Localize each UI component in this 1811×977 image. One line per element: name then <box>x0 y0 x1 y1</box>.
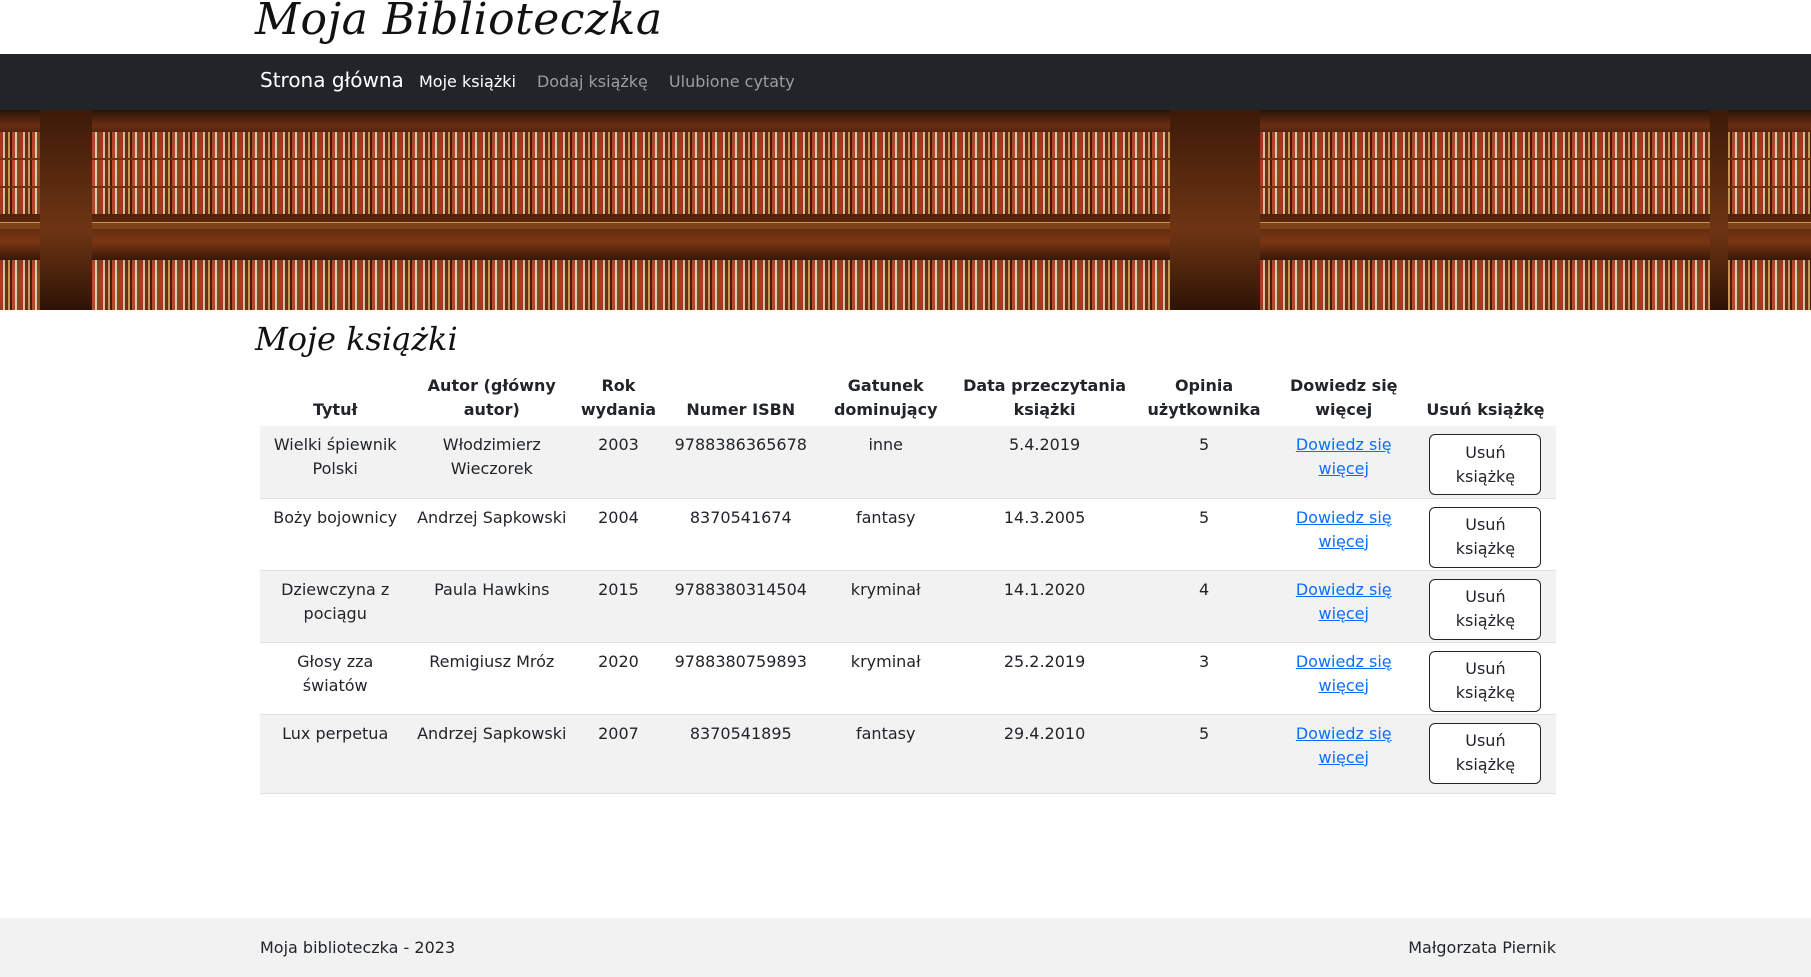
cell-read-date: 14.3.2005 <box>953 498 1136 571</box>
more-info-link[interactable]: Dowiedz się więcej <box>1296 508 1392 551</box>
banner-column <box>1170 110 1260 310</box>
delete-book-button[interactable]: Usuń książkę <box>1429 578 1542 640</box>
cell-genre: inne <box>817 426 954 499</box>
cell-delete: Usuń książkę <box>1414 426 1556 499</box>
cell-rating: 5 <box>1135 714 1273 794</box>
cell-year: 2007 <box>573 714 664 794</box>
more-info-link[interactable]: Dowiedz się więcej <box>1296 580 1392 623</box>
cell-year: 2015 <box>573 570 664 643</box>
cell-isbn: 9788380759893 <box>663 642 818 715</box>
header-delete: Usuń książkę <box>1426 400 1545 419</box>
delete-book-button[interactable]: Usuń książkę <box>1429 506 1542 568</box>
footer-copyright: Moja biblioteczka - 2023 <box>260 938 456 957</box>
cell-genre: kryminał <box>817 570 954 643</box>
more-info-link[interactable]: Dowiedz się więcej <box>1296 724 1392 767</box>
cell-title: Głosy zza światów <box>260 642 411 715</box>
cell-genre: fantasy <box>817 498 954 571</box>
delete-book-button[interactable]: Usuń książkę <box>1429 434 1542 495</box>
delete-book-button[interactable]: Usuń książkę <box>1429 650 1542 712</box>
table-header-row: Tytuł Autor (główny autor) Rok wydania N… <box>260 368 1556 426</box>
books-table: Tytuł Autor (główny autor) Rok wydania N… <box>260 368 1556 794</box>
cell-author: Remigiusz Mróz <box>410 642 574 715</box>
table-row: Wielki śpiewnik Polski Włodzimierz Wiecz… <box>260 426 1556 499</box>
cell-isbn: 9788380314504 <box>663 570 818 643</box>
cell-author: Włodzimierz Wieczorek <box>410 426 574 499</box>
cell-read-date: 29.4.2010 <box>953 714 1136 794</box>
header-rating: Opinia użytkownika <box>1147 376 1261 419</box>
cell-read-date: 14.1.2020 <box>953 570 1136 643</box>
header-read-date: Data przeczytania książki <box>963 376 1127 419</box>
cell-year: 2004 <box>573 498 664 571</box>
cell-author: Andrzej Sapkowski <box>410 498 574 571</box>
nav-links: Moje książki Dodaj książkę Ulubione cyta… <box>419 72 816 91</box>
cell-rating: 4 <box>1135 570 1273 643</box>
footer: Moja biblioteczka - 2023 Małgorzata Pier… <box>0 918 1811 977</box>
cell-rating: 5 <box>1135 426 1273 499</box>
cell-author: Andrzej Sapkowski <box>410 714 574 794</box>
cell-read-date: 25.2.2019 <box>953 642 1136 715</box>
library-banner-image <box>0 110 1811 310</box>
banner-column <box>40 110 92 310</box>
cell-more: Dowiedz się więcej <box>1272 498 1415 571</box>
cell-isbn: 8370541895 <box>663 714 818 794</box>
cell-delete: Usuń książkę <box>1414 642 1556 715</box>
cell-delete: Usuń książkę <box>1414 570 1556 643</box>
header-isbn: Numer ISBN <box>686 400 796 419</box>
banner-shelf <box>0 188 1811 214</box>
cell-isbn: 8370541674 <box>663 498 818 571</box>
banner-shelf <box>0 286 1811 310</box>
cell-more: Dowiedz się więcej <box>1272 714 1415 794</box>
cell-delete: Usuń książkę <box>1414 714 1556 794</box>
table-row: Boży bojownicy Andrzej Sapkowski 2004 83… <box>260 498 1556 571</box>
cell-genre: fantasy <box>817 714 954 794</box>
header-year: Rok wydania <box>580 376 656 419</box>
header-genre: Gatunek dominujący <box>833 376 938 419</box>
footer-author: Małgorzata Piernik <box>1408 938 1556 957</box>
cell-isbn: 9788386365678 <box>663 426 818 499</box>
cell-author: Paula Hawkins <box>410 570 574 643</box>
cell-year: 2003 <box>573 426 664 499</box>
cell-rating: 5 <box>1135 498 1273 571</box>
page-title: Moje książki <box>255 320 458 358</box>
banner-shelf <box>0 132 1811 158</box>
more-info-link[interactable]: Dowiedz się więcej <box>1296 435 1392 478</box>
cell-genre: kryminał <box>817 642 954 715</box>
header-title: Tytuł <box>312 400 358 419</box>
header-more: Dowiedz się więcej <box>1289 376 1398 419</box>
nav-link-add-book[interactable]: Dodaj książkę <box>537 72 648 91</box>
cell-more: Dowiedz się więcej <box>1272 642 1415 715</box>
delete-book-button[interactable]: Usuń książkę <box>1429 722 1542 784</box>
more-info-link[interactable]: Dowiedz się więcej <box>1296 652 1392 695</box>
cell-read-date: 5.4.2019 <box>953 426 1136 499</box>
table-row: Głosy zza światów Remigiusz Mróz 2020 97… <box>260 642 1556 715</box>
nav-link-favourite-quotes[interactable]: Ulubione cytaty <box>669 72 795 91</box>
cell-title: Dziewczyna z pociągu <box>260 570 411 643</box>
cell-title: Lux perpetua <box>260 714 411 794</box>
cell-delete: Usuń książkę <box>1414 498 1556 571</box>
table-row: Dziewczyna z pociągu Paula Hawkins 2015 … <box>260 570 1556 643</box>
brand-row: Moja Biblioteczka <box>0 0 1811 54</box>
banner-shelf <box>0 160 1811 186</box>
cell-more: Dowiedz się więcej <box>1272 426 1415 499</box>
header-author: Autor (główny autor) <box>427 376 556 419</box>
banner-rail <box>0 222 1811 229</box>
cell-title: Boży bojownicy <box>260 498 411 571</box>
banner-shelf <box>0 260 1811 286</box>
banner-column <box>1710 110 1728 310</box>
nav-home-link[interactable]: Strona główna <box>260 68 404 92</box>
table-row: Lux perpetua Andrzej Sapkowski 2007 8370… <box>260 714 1556 794</box>
nav-link-my-books[interactable]: Moje książki <box>419 72 516 91</box>
site-brand-title: Moja Biblioteczka <box>255 0 663 45</box>
cell-rating: 3 <box>1135 642 1273 715</box>
navbar: Strona główna Moje książki Dodaj książkę… <box>0 54 1811 110</box>
cell-more: Dowiedz się więcej <box>1272 570 1415 643</box>
cell-title: Wielki śpiewnik Polski <box>260 426 411 499</box>
cell-year: 2020 <box>573 642 664 715</box>
